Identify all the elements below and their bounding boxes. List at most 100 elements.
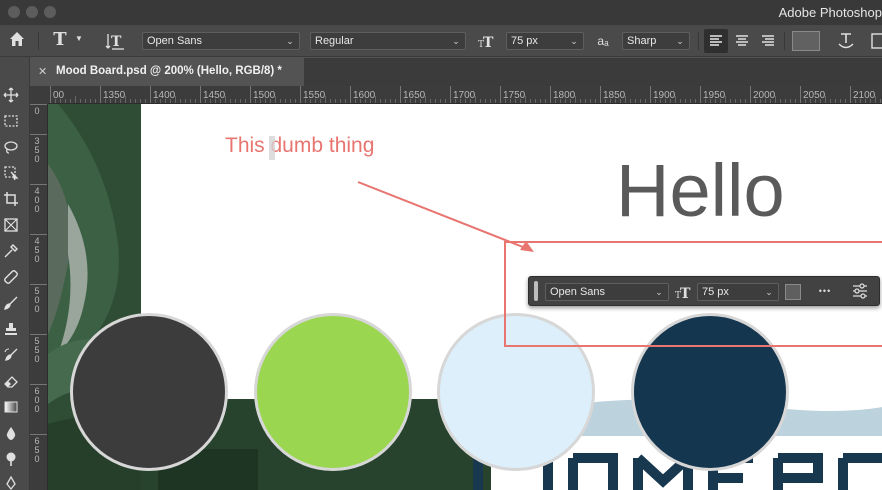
ruler-minor-tick <box>120 99 121 103</box>
floating-font-size-value: 75 px <box>702 286 729 298</box>
ruler-minor-tick <box>560 99 561 103</box>
document-tab[interactable]: ✕ Mood Board.psd @ 200% (Hello, RGB/8) * <box>30 58 304 86</box>
ruler-minor-tick <box>230 99 231 103</box>
frame-tool-icon[interactable] <box>0 217 22 239</box>
ruler-minor-tick <box>65 99 66 103</box>
ruler-minor-tick <box>780 99 781 103</box>
ruler-minor-tick <box>775 96 776 103</box>
ruler-minor-tick <box>855 99 856 103</box>
floating-font-family-select[interactable]: Open Sans ⌄ <box>545 283 669 301</box>
ruler-minor-tick <box>565 99 566 103</box>
healing-brush-tool-icon[interactable] <box>0 269 22 291</box>
ruler-minor-tick <box>690 99 691 103</box>
ruler-minor-tick <box>75 96 76 103</box>
history-brush-tool-icon[interactable] <box>0 347 22 369</box>
eraser-tool-icon[interactable] <box>0 373 22 395</box>
ruler-minor-tick <box>835 99 836 103</box>
ruler-major-tick <box>550 86 551 103</box>
brush-tool-icon[interactable] <box>0 295 22 317</box>
ruler-minor-tick <box>60 99 61 103</box>
home-icon[interactable] <box>6 29 28 51</box>
antialias-value: Sharp <box>627 35 657 47</box>
ruler-minor-tick <box>85 99 86 103</box>
ruler-minor-tick <box>320 99 321 103</box>
document-tab-bar: ✕ Mood Board.psd @ 200% (Hello, RGB/8) * <box>0 58 882 86</box>
ruler-minor-tick <box>175 96 176 103</box>
ruler-minor-tick <box>755 99 756 103</box>
ruler-minor-tick <box>410 99 411 103</box>
close-icon[interactable]: ✕ <box>38 65 47 78</box>
chevron-down-icon: ⌄ <box>655 287 663 297</box>
floating-font-size-input[interactable]: 75 px ⌄ <box>697 283 779 301</box>
ruler-minor-tick <box>415 99 416 103</box>
ruler-minor-tick <box>635 99 636 103</box>
more-options-icon[interactable]: ••• <box>815 283 835 299</box>
type-tool-icon[interactable]: T <box>50 29 70 51</box>
panel-toggle-icon[interactable] <box>870 29 882 53</box>
ruler-minor-tick <box>725 96 726 103</box>
chevron-down-icon: ⌄ <box>570 36 578 46</box>
ruler-minor-tick <box>875 96 876 103</box>
ruler-minor-tick <box>525 96 526 103</box>
ruler-minor-tick <box>495 99 496 103</box>
text-orientation-icon[interactable]: T <box>104 30 126 52</box>
ruler-minor-tick <box>555 99 556 103</box>
ruler-minor-tick <box>740 99 741 103</box>
ruler-minor-tick <box>510 99 511 103</box>
marquee-tool-icon[interactable] <box>0 113 22 135</box>
align-left-icon[interactable] <box>704 29 728 53</box>
zoom-window-button[interactable] <box>44 6 56 18</box>
ruler-minor-tick <box>355 99 356 103</box>
floating-color-swatch[interactable] <box>785 284 801 300</box>
minimize-window-button[interactable] <box>26 6 38 18</box>
font-size-icon: TT <box>675 282 697 302</box>
ruler-minor-tick <box>490 99 491 103</box>
ruler-minor-tick <box>695 99 696 103</box>
ruler-minor-tick <box>180 99 181 103</box>
ruler-minor-tick <box>585 99 586 103</box>
pen-tool-icon[interactable] <box>0 475 22 490</box>
clone-stamp-tool-icon[interactable] <box>0 321 22 343</box>
blur-tool-icon[interactable] <box>0 425 22 447</box>
dodge-tool-icon[interactable] <box>0 451 22 473</box>
ruler-minor-tick <box>545 99 546 103</box>
ruler-minor-tick <box>155 99 156 103</box>
contextual-task-bar: Open Sans ⌄ TT 75 px ⌄ ••• <box>528 276 880 306</box>
text-color-swatch[interactable] <box>792 31 820 51</box>
settings-sliders-icon[interactable] <box>849 282 871 302</box>
options-bar: T ▼ T Open Sans ⌄ Regular ⌄ TT 75 px ⌄ a… <box>0 25 882 57</box>
ruler-minor-tick <box>135 99 136 103</box>
ruler-major-tick <box>30 284 47 285</box>
gradient-tool-icon[interactable] <box>0 399 22 421</box>
ruler-minor-tick <box>195 99 196 103</box>
close-window-button[interactable] <box>8 6 20 18</box>
ruler-minor-tick <box>625 96 626 103</box>
antialias-select[interactable]: Sharp ⌄ <box>622 32 690 50</box>
drag-handle[interactable] <box>534 281 538 301</box>
align-right-icon[interactable] <box>756 29 780 53</box>
ruler-minor-tick <box>870 99 871 103</box>
object-select-tool-icon[interactable] <box>0 165 22 187</box>
ruler-minor-tick <box>140 99 141 103</box>
ruler-minor-tick <box>720 99 721 103</box>
vertical-ruler[interactable]: 0 3 5 0 4 0 0 4 5 0 5 0 0 5 5 0 6 0 0 6 5 0 <box>30 104 48 490</box>
align-center-icon[interactable] <box>730 29 754 53</box>
eyedropper-tool-icon[interactable] <box>0 243 22 265</box>
ruler-minor-tick <box>245 99 246 103</box>
font-size-input[interactable]: 75 px ⌄ <box>506 32 584 50</box>
horizontal-ruler[interactable]: 00 1350 1400 1450 1500 1550 1600 1650 1700 1750 18… <box>48 86 882 104</box>
ruler-minor-tick <box>370 99 371 103</box>
move-tool-icon[interactable] <box>0 87 22 109</box>
ruler-major-tick <box>750 86 751 103</box>
crop-tool-icon[interactable] <box>0 191 22 213</box>
document-canvas[interactable]: This dumb thing Hello Open Sans ⌄ TT 75 … <box>48 104 882 490</box>
ruler-minor-tick <box>730 99 731 103</box>
ruler-major-tick <box>850 86 851 103</box>
font-style-select[interactable]: Regular ⌄ <box>310 32 466 50</box>
chevron-down-icon[interactable]: ▼ <box>74 34 84 46</box>
ruler-minor-tick <box>455 99 456 103</box>
svg-text:T: T <box>675 291 681 301</box>
lasso-tool-icon[interactable] <box>0 139 22 161</box>
warp-text-icon[interactable] <box>834 29 858 53</box>
font-family-select[interactable]: Open Sans ⌄ <box>142 32 300 50</box>
